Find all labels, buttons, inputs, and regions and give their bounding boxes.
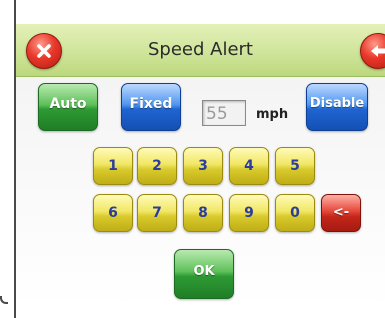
- fixed-button[interactable]: Fixed: [121, 83, 181, 131]
- back-arrow-icon: [371, 45, 385, 57]
- speed-unit-label: mph: [256, 107, 289, 122]
- window-frame-left: [0, 0, 16, 318]
- title-bar: Speed Alert: [16, 24, 385, 77]
- key-4[interactable]: 4: [229, 147, 269, 185]
- key-7[interactable]: 7: [137, 194, 177, 232]
- ok-button[interactable]: OK: [174, 249, 234, 299]
- key-3[interactable]: 3: [183, 147, 223, 185]
- auto-button[interactable]: Auto: [38, 83, 98, 131]
- page-title: Speed Alert: [148, 39, 253, 60]
- key-5[interactable]: 5: [275, 147, 315, 185]
- speed-input[interactable]: 55: [202, 100, 246, 126]
- speed-alert-screen: Speed Alert Auto Fixed 55 mph Disable 1 …: [16, 0, 385, 318]
- disable-button[interactable]: Disable: [306, 83, 368, 131]
- key-2[interactable]: 2: [137, 147, 177, 185]
- key-0[interactable]: 0: [275, 194, 315, 232]
- dialog-content: Auto Fixed 55 mph Disable 1 2 3 4 5 6 7 …: [16, 77, 385, 307]
- key-6[interactable]: 6: [93, 194, 133, 232]
- key-9[interactable]: 9: [229, 194, 269, 232]
- key-8[interactable]: 8: [183, 194, 223, 232]
- backspace-button[interactable]: <-: [321, 194, 361, 232]
- key-1[interactable]: 1: [93, 147, 133, 185]
